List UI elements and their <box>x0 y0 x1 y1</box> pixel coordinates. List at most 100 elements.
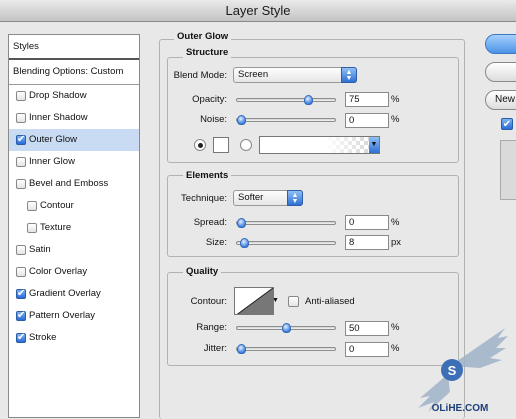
range-label: Range: <box>196 322 227 333</box>
winged-logo-icon: S OLiHE.COM <box>418 328 508 414</box>
preview-checkbox[interactable]: ✔ <box>501 118 513 130</box>
style-item-inner-glow[interactable]: Inner Glow <box>9 151 139 173</box>
jitter-slider-thumb[interactable] <box>237 344 246 354</box>
style-item-label: Outer Glow <box>29 134 78 145</box>
style-checkbox[interactable] <box>16 179 26 189</box>
opacity-label: Opacity: <box>192 94 227 105</box>
glow-color-swatch[interactable] <box>213 137 229 153</box>
styles-header[interactable]: Styles <box>9 35 139 60</box>
blending-options[interactable]: Blending Options: Custom <box>9 60 139 85</box>
style-item-color-overlay[interactable]: Color Overlay <box>9 261 139 283</box>
size-label: Size: <box>205 237 227 248</box>
style-item-label: Inner Shadow <box>29 112 88 123</box>
window-title: Layer Style <box>0 0 516 22</box>
new-style-button[interactable]: New <box>485 90 516 110</box>
contour-picker[interactable] <box>234 287 274 315</box>
style-checkbox[interactable] <box>16 284 26 304</box>
jitter-unit: % <box>391 343 400 354</box>
elements-title: Elements <box>183 170 232 181</box>
select-arrow-icon: ▲ ▼ <box>287 190 303 206</box>
style-checkbox[interactable] <box>16 130 26 150</box>
style-checkbox[interactable] <box>16 267 26 277</box>
style-item-contour[interactable]: Contour <box>9 195 139 217</box>
style-item-pattern-overlay[interactable]: Pattern Overlay <box>9 305 139 327</box>
style-item-inner-shadow[interactable]: Inner Shadow <box>9 107 139 129</box>
blend-mode-value: Screen <box>238 69 269 80</box>
jitter-slider[interactable] <box>236 344 336 354</box>
spread-slider[interactable] <box>236 218 336 228</box>
style-item-label: Inner Glow <box>29 156 75 167</box>
size-slider-thumb[interactable] <box>240 238 249 248</box>
size-unit: px <box>391 237 402 248</box>
style-item-label: Drop Shadow <box>29 90 87 101</box>
preview-thumbnail <box>500 140 516 200</box>
style-checkbox[interactable] <box>16 306 26 326</box>
gradient-radio[interactable] <box>240 139 252 151</box>
style-checkbox[interactable] <box>16 245 26 255</box>
technique-label: Technique: <box>181 193 227 204</box>
watermark-text: OLiHE.COM <box>432 403 489 414</box>
spread-unit: % <box>391 217 400 228</box>
quality-title: Quality <box>183 266 222 277</box>
svg-text:S: S <box>448 363 457 378</box>
style-item-drop-shadow[interactable]: Drop Shadow <box>9 85 139 107</box>
style-item-bevel-and-emboss[interactable]: Bevel and Emboss <box>9 173 139 195</box>
style-item-label: Bevel and Emboss <box>29 178 109 189</box>
color-radio[interactable] <box>194 139 206 151</box>
style-item-texture[interactable]: Texture <box>9 217 139 239</box>
style-checkbox[interactable] <box>27 201 37 211</box>
style-item-stroke[interactable]: Stroke <box>9 327 139 349</box>
cancel-button[interactable] <box>485 62 516 82</box>
style-item-gradient-overlay[interactable]: Gradient Overlay <box>9 283 139 305</box>
opacity-slider-thumb[interactable] <box>304 95 313 105</box>
size-slider[interactable] <box>236 238 336 248</box>
contour-label: Contour: <box>190 296 227 307</box>
opacity-unit: % <box>391 94 400 105</box>
range-field[interactable]: 50 <box>345 321 389 336</box>
style-item-label: Gradient Overlay <box>29 288 101 299</box>
blend-mode-select[interactable]: Screen ▲ ▼ <box>233 67 357 83</box>
contour-curve-icon <box>236 288 273 314</box>
blend-mode-label: Blend Mode: <box>173 70 227 81</box>
range-slider[interactable] <box>236 323 336 333</box>
style-checkbox[interactable] <box>27 223 37 233</box>
style-item-label: Pattern Overlay <box>29 310 95 321</box>
outer-glow-title: Outer Glow <box>174 31 232 42</box>
technique-value: Softer <box>238 192 264 203</box>
contour-dropdown-icon[interactable]: ▼ <box>272 288 279 314</box>
style-item-label: Stroke <box>29 332 57 343</box>
opacity-field[interactable]: 75 <box>345 92 389 107</box>
noise-field[interactable]: 0 <box>345 113 389 128</box>
styles-panel: Styles Blending Options: Custom Drop Sha… <box>8 34 140 418</box>
style-checkbox[interactable] <box>16 113 26 123</box>
range-slider-thumb[interactable] <box>282 323 291 333</box>
anti-aliased-label: Anti-aliased <box>305 296 355 307</box>
opacity-slider[interactable] <box>236 95 336 105</box>
ok-button[interactable] <box>485 34 516 54</box>
gradient-picker[interactable] <box>259 136 380 154</box>
noise-slider-thumb[interactable] <box>237 115 246 125</box>
noise-unit: % <box>391 114 400 125</box>
jitter-field[interactable]: 0 <box>345 342 389 357</box>
range-unit: % <box>391 322 400 333</box>
select-arrow-icon: ▲ ▼ <box>341 67 357 83</box>
structure-title: Structure <box>183 47 232 58</box>
style-checkbox[interactable] <box>16 91 26 101</box>
watermark-logo: S OLiHE.COM <box>410 318 510 414</box>
noise-slider[interactable] <box>236 115 336 125</box>
style-item-label: Color Overlay <box>29 266 88 277</box>
gradient-dropdown-icon[interactable]: ▼ <box>369 137 379 153</box>
size-field[interactable]: 8 <box>345 235 389 250</box>
spread-field[interactable]: 0 <box>345 215 389 230</box>
technique-select[interactable]: Softer ▲ ▼ <box>233 190 303 206</box>
anti-aliased-checkbox[interactable] <box>288 296 299 307</box>
style-item-outer-glow[interactable]: Outer Glow <box>9 129 139 151</box>
noise-label: Noise: <box>200 114 227 125</box>
spread-label: Spread: <box>193 217 227 228</box>
style-item-label: Satin <box>29 244 51 255</box>
jitter-label: Jitter: <box>203 343 227 354</box>
spread-slider-thumb[interactable] <box>237 218 246 228</box>
style-checkbox[interactable] <box>16 328 26 348</box>
style-checkbox[interactable] <box>16 157 26 167</box>
style-item-satin[interactable]: Satin <box>9 239 139 261</box>
